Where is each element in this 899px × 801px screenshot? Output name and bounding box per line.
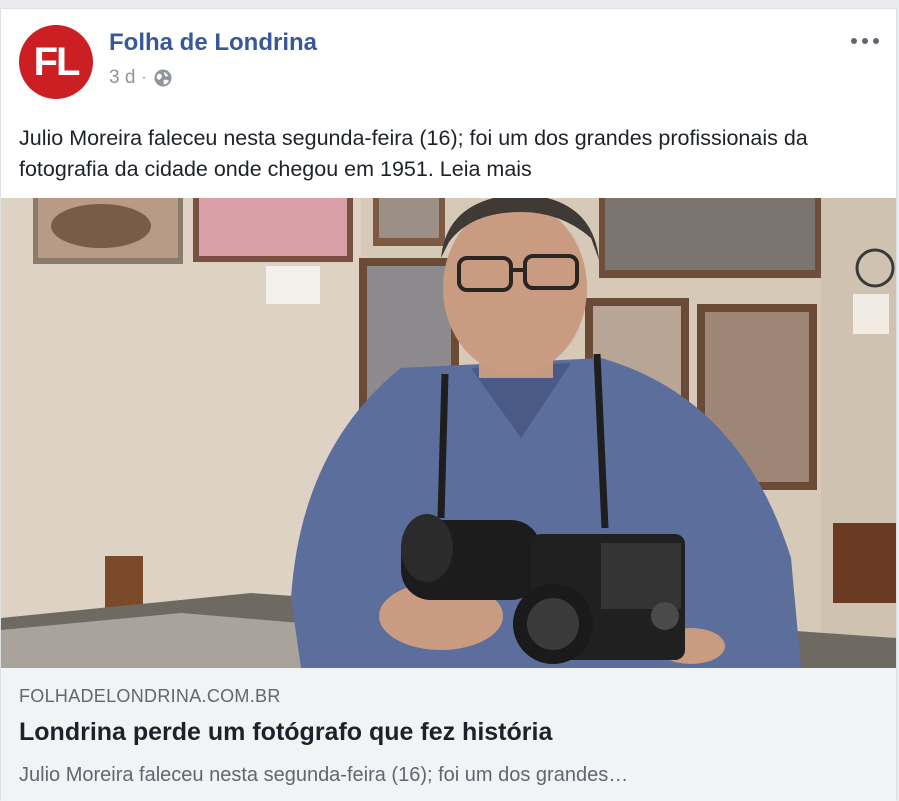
page-name-link[interactable]: Folha de Londrina (109, 29, 317, 57)
more-options-icon[interactable] (848, 29, 882, 53)
link-title[interactable]: Londrina perde um fotógrafo que fez hist… (19, 718, 552, 747)
post-timestamp[interactable]: 3 d (109, 67, 135, 89)
post-meta: 3 d · (109, 67, 173, 89)
facebook-post-card: FL Folha de Londrina 3 d · Julio Moreira… (0, 8, 897, 801)
avatar-logo-text: FL (33, 39, 81, 84)
read-more-link[interactable]: Leia mais (440, 157, 532, 181)
link-description: Julio Moreira faleceu nesta segunda-feir… (19, 764, 629, 786)
page-avatar[interactable]: FL (19, 25, 93, 99)
link-preview[interactable]: FOLHADELONDRINA.COM.BR Londrina perde um… (1, 668, 896, 801)
article-photo[interactable] (1, 198, 896, 668)
post-message: Julio Moreira faleceu nesta segunda-feir… (19, 126, 808, 181)
meta-separator: · (141, 69, 147, 86)
globe-icon[interactable] (153, 68, 173, 88)
link-domain: FOLHADELONDRINA.COM.BR (19, 686, 281, 706)
post-body-text: Julio Moreira faleceu nesta segunda-feir… (19, 123, 879, 185)
post-header: FL Folha de Londrina 3 d · (1, 9, 896, 109)
